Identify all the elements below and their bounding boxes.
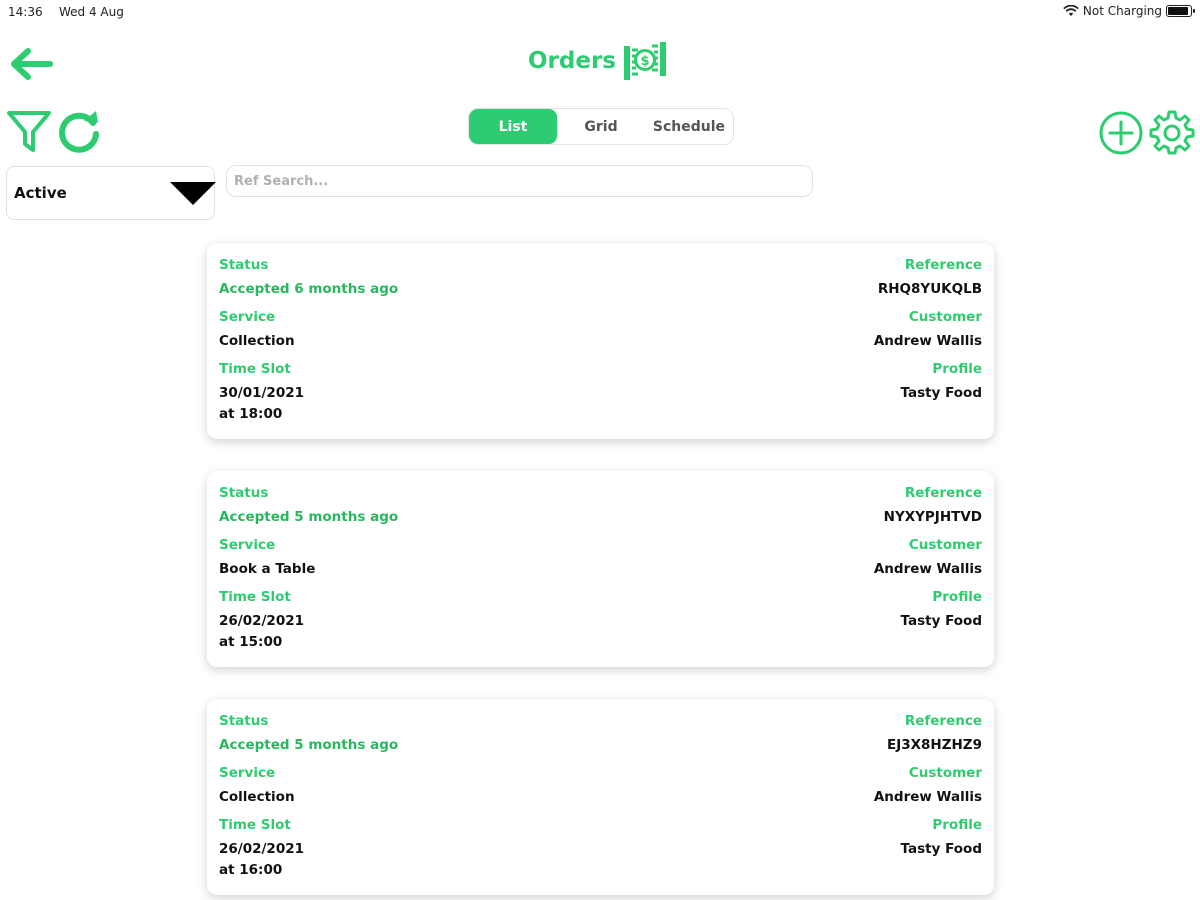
- money-stack-icon: $: [624, 42, 666, 80]
- service-label: Service: [219, 765, 276, 781]
- order-card[interactable]: Status Accepted 5 months ago Service Col…: [207, 699, 994, 895]
- order-status: Accepted 6 months ago: [219, 281, 399, 297]
- order-time: at 15:00: [219, 634, 283, 650]
- add-circle-icon[interactable]: [1098, 110, 1144, 156]
- profile-label: Profile: [932, 361, 982, 377]
- status-label: Status: [219, 257, 269, 273]
- customer-label: Customer: [908, 537, 982, 553]
- clock: 14:36: [8, 5, 43, 19]
- tab-label: Grid: [584, 118, 618, 135]
- battery-level: [1168, 7, 1188, 15]
- reference-label: Reference: [904, 713, 982, 729]
- service-label: Service: [219, 537, 276, 553]
- status-label: Status: [219, 485, 269, 501]
- tab-list[interactable]: List: [469, 109, 557, 144]
- order-reference: EJ3X8HZHZ9: [886, 737, 982, 753]
- page-title: Orders $: [528, 38, 668, 84]
- arrow-left-icon[interactable]: [6, 44, 54, 84]
- gear-icon[interactable]: [1148, 108, 1196, 156]
- order-customer: Andrew Wallis: [873, 789, 982, 805]
- refresh-icon[interactable]: [56, 108, 102, 154]
- order-card[interactable]: Status Accepted 6 months ago Service Col…: [207, 243, 994, 439]
- time-slot-label: Time Slot: [219, 361, 291, 377]
- order-customer: Andrew Wallis: [873, 561, 982, 577]
- customer-label: Customer: [908, 309, 982, 325]
- filter-icon[interactable]: [6, 108, 52, 154]
- order-date: 30/01/2021: [219, 385, 305, 401]
- status-bar-right: Not Charging: [1063, 4, 1195, 18]
- order-card[interactable]: Status Accepted 5 months ago Service Boo…: [207, 471, 994, 667]
- tab-label: List: [498, 118, 528, 135]
- order-status: Accepted 5 months ago: [219, 509, 399, 525]
- order-reference: RHQ8YUKQLB: [877, 281, 982, 297]
- order-profile: Tasty Food: [900, 613, 982, 629]
- ref-search-input[interactable]: [226, 165, 813, 197]
- time-slot-label: Time Slot: [219, 589, 291, 605]
- order-profile: Tasty Food: [900, 841, 982, 857]
- time-slot-label: Time Slot: [219, 817, 291, 833]
- tab-grid[interactable]: Grid: [557, 109, 645, 144]
- profile-label: Profile: [932, 589, 982, 605]
- charging-status: Not Charging: [1082, 4, 1162, 18]
- order-service: Collection: [219, 789, 295, 805]
- order-date: 26/02/2021: [219, 613, 305, 629]
- status-bar: 14:36 Wed 4 Aug Not Charging: [0, 0, 1200, 24]
- svg-text:$: $: [640, 54, 649, 69]
- order-profile: Tasty Food: [900, 385, 982, 401]
- order-time: at 18:00: [219, 406, 283, 422]
- order-customer: Andrew Wallis: [873, 333, 982, 349]
- order-service: Collection: [219, 333, 295, 349]
- view-mode-tabs: List Grid Schedule: [468, 108, 734, 145]
- order-date: 26/02/2021: [219, 841, 305, 857]
- reference-label: Reference: [904, 485, 982, 501]
- status-filter-dropdown[interactable]: Active: [6, 166, 216, 220]
- status-label: Status: [219, 713, 269, 729]
- battery-icon: [1166, 5, 1195, 17]
- order-service: Book a Table: [219, 561, 316, 577]
- tab-schedule[interactable]: Schedule: [645, 109, 733, 144]
- page-title-text: Orders: [528, 48, 616, 74]
- date: Wed 4 Aug: [59, 5, 124, 19]
- reference-label: Reference: [904, 257, 982, 273]
- profile-label: Profile: [932, 817, 982, 833]
- status-filter-value: Active: [14, 184, 67, 202]
- service-label: Service: [219, 309, 276, 325]
- customer-label: Customer: [908, 765, 982, 781]
- tab-label: Schedule: [652, 118, 726, 135]
- dropdown-triangle-icon: [170, 182, 216, 205]
- order-reference: NYXYPJHTVD: [883, 509, 982, 525]
- order-time: at 16:00: [219, 862, 283, 878]
- wifi-icon: [1063, 5, 1079, 16]
- order-status: Accepted 5 months ago: [219, 737, 399, 753]
